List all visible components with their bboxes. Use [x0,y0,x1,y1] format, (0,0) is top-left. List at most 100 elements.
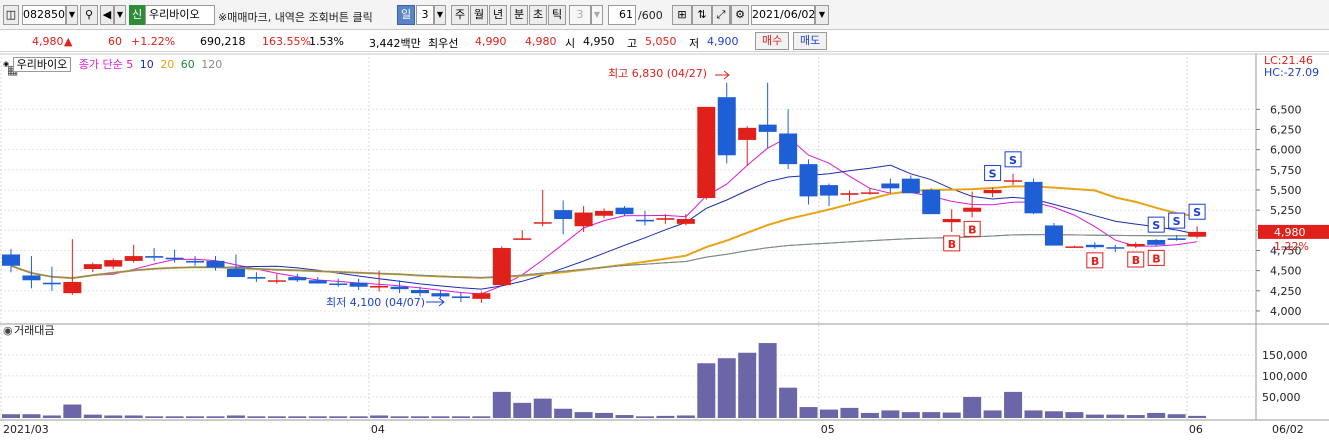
candle-body [574,212,593,227]
period-month-tab[interactable]: 월 [470,5,488,25]
volume-bar [1044,411,1063,418]
candle-body [1126,243,1145,247]
volume-bar [513,402,532,418]
display-count-input[interactable]: 61 [608,5,636,25]
change-value: 60 [108,35,122,48]
interval-dropdown-icon[interactable]: ▼ [591,5,603,25]
period-second-tab[interactable]: 초 [529,5,547,25]
day-count-dropdown-icon[interactable]: ▼ [434,5,446,25]
interval-input[interactable]: 3 [569,5,591,25]
candle-body [104,260,123,267]
period-day-tab[interactable]: 일 [397,5,415,25]
high-price: 5,050 [645,35,677,48]
volume-bar [901,412,920,418]
candle-body [492,248,511,286]
period-tick-tab[interactable]: 틱 [548,5,566,25]
hc-value: HC:-27.09 [1264,66,1319,79]
turnover-percent: 1.53% [309,35,344,48]
candle-body [779,133,798,165]
volume-bar [145,416,164,418]
volume-bar [942,412,961,418]
volume-bar [451,416,470,418]
speaker-icon[interactable]: ◀ [100,5,114,25]
candle-body [717,97,736,156]
buy-button[interactable]: 매수 [755,32,790,50]
vol-tick-label: 100,000 [1262,370,1308,383]
volume-bar [1126,415,1145,418]
volume-bar [595,412,614,418]
candle-body [1085,244,1104,248]
speaker-dropdown-icon[interactable]: ▼ [114,5,126,25]
period-minute-tab[interactable]: 분 [510,5,528,25]
y-tick-label: 6,000 [1270,144,1302,157]
period-week-tab[interactable]: 주 [451,5,469,25]
buy-mark: B [948,238,956,251]
date-input[interactable]: 2021/06/02 [751,5,815,25]
volume-bar [963,396,982,418]
trade-mark-hint: ※매매마크, 내역은 조회버튼 클릭 [218,11,373,24]
legend-dot-icon: ◉ [3,60,10,68]
y-tick-label: 4,500 [1270,265,1302,278]
x-tick-label: 2021/03 [3,423,49,436]
expand-icon[interactable]: ⤢ [712,5,730,25]
candle-body [390,286,409,290]
candle-body [431,293,450,297]
legend-ma-20: 20 [160,58,175,71]
chart-tools-icon[interactable]: ⊞ [672,5,692,25]
trade-amount: 3,442백만 [369,37,421,50]
volume-bar [779,387,798,418]
volume-bar [431,416,450,418]
candle-body [1004,180,1023,182]
volume-title: 거래대금 [14,324,54,337]
buy-mark: B [1132,254,1140,267]
volume-bar [390,416,409,418]
volume-bar [329,416,348,418]
volume-bar [1085,414,1104,418]
volume-bar [22,414,41,418]
date-dropdown-icon[interactable]: ▼ [815,5,829,25]
legend-ma-label: 종가 단순 [78,58,123,71]
candle-body [922,189,941,215]
volume-bar [676,415,695,418]
sell-mark: S [1193,206,1201,219]
period-year-tab[interactable]: 년 [489,5,507,25]
volume-bar [1004,391,1023,418]
stock-name-field[interactable]: 우리바이오 [145,5,215,25]
period-day-count[interactable]: 3 [416,5,434,25]
legend-ma-120: 120 [201,58,223,71]
search-icon[interactable]: ⚲ [80,5,98,25]
candle-body [308,280,327,284]
code-dropdown-icon[interactable]: ▼ [66,5,78,25]
vol-tick-label: 150,000 [1262,349,1308,362]
zoom-icon[interactable]: ⇅ [692,5,712,25]
legend-stock-name[interactable]: 우리바이오 [12,57,72,72]
candle-body [656,218,675,220]
x-end-label: 06/02 [1272,423,1304,436]
volume-bars [2,343,1207,418]
y-axis-labels: 4,0004,2504,5004,7505,0005,2505,5005,750… [1262,103,1308,404]
x-tick-label: 05 [821,423,835,436]
layout-icon[interactable]: ◫ [3,5,19,25]
volume-bar [1147,412,1166,418]
candle-body [370,285,389,288]
volume-bar [983,410,1002,418]
sell-mark: S [989,168,997,181]
volume-bar [554,408,573,418]
candle-body [247,277,266,279]
y-tick-label: 6,500 [1270,103,1302,116]
candle-body [595,210,614,216]
vol-tick-label: 50,000 [1262,391,1301,404]
sell-mark: S [1152,219,1160,232]
candle-body [349,282,368,287]
volume-bar [267,416,286,418]
high-label: 고 [627,37,638,50]
volume-bar [1065,412,1084,418]
y-tick-label: 5,500 [1270,184,1302,197]
stock-code-input[interactable]: 082850 [22,5,66,25]
volume-bar [738,352,757,418]
candle-body [42,282,61,285]
candle-body [165,257,184,260]
sell-button[interactable]: 매도 [793,32,828,50]
settings-icon[interactable]: ⚙ [731,5,749,25]
stock-chart[interactable]: ▦ BBSSBBBSSS 4,0004,2504,5004,7505,0005,… [0,53,1329,443]
